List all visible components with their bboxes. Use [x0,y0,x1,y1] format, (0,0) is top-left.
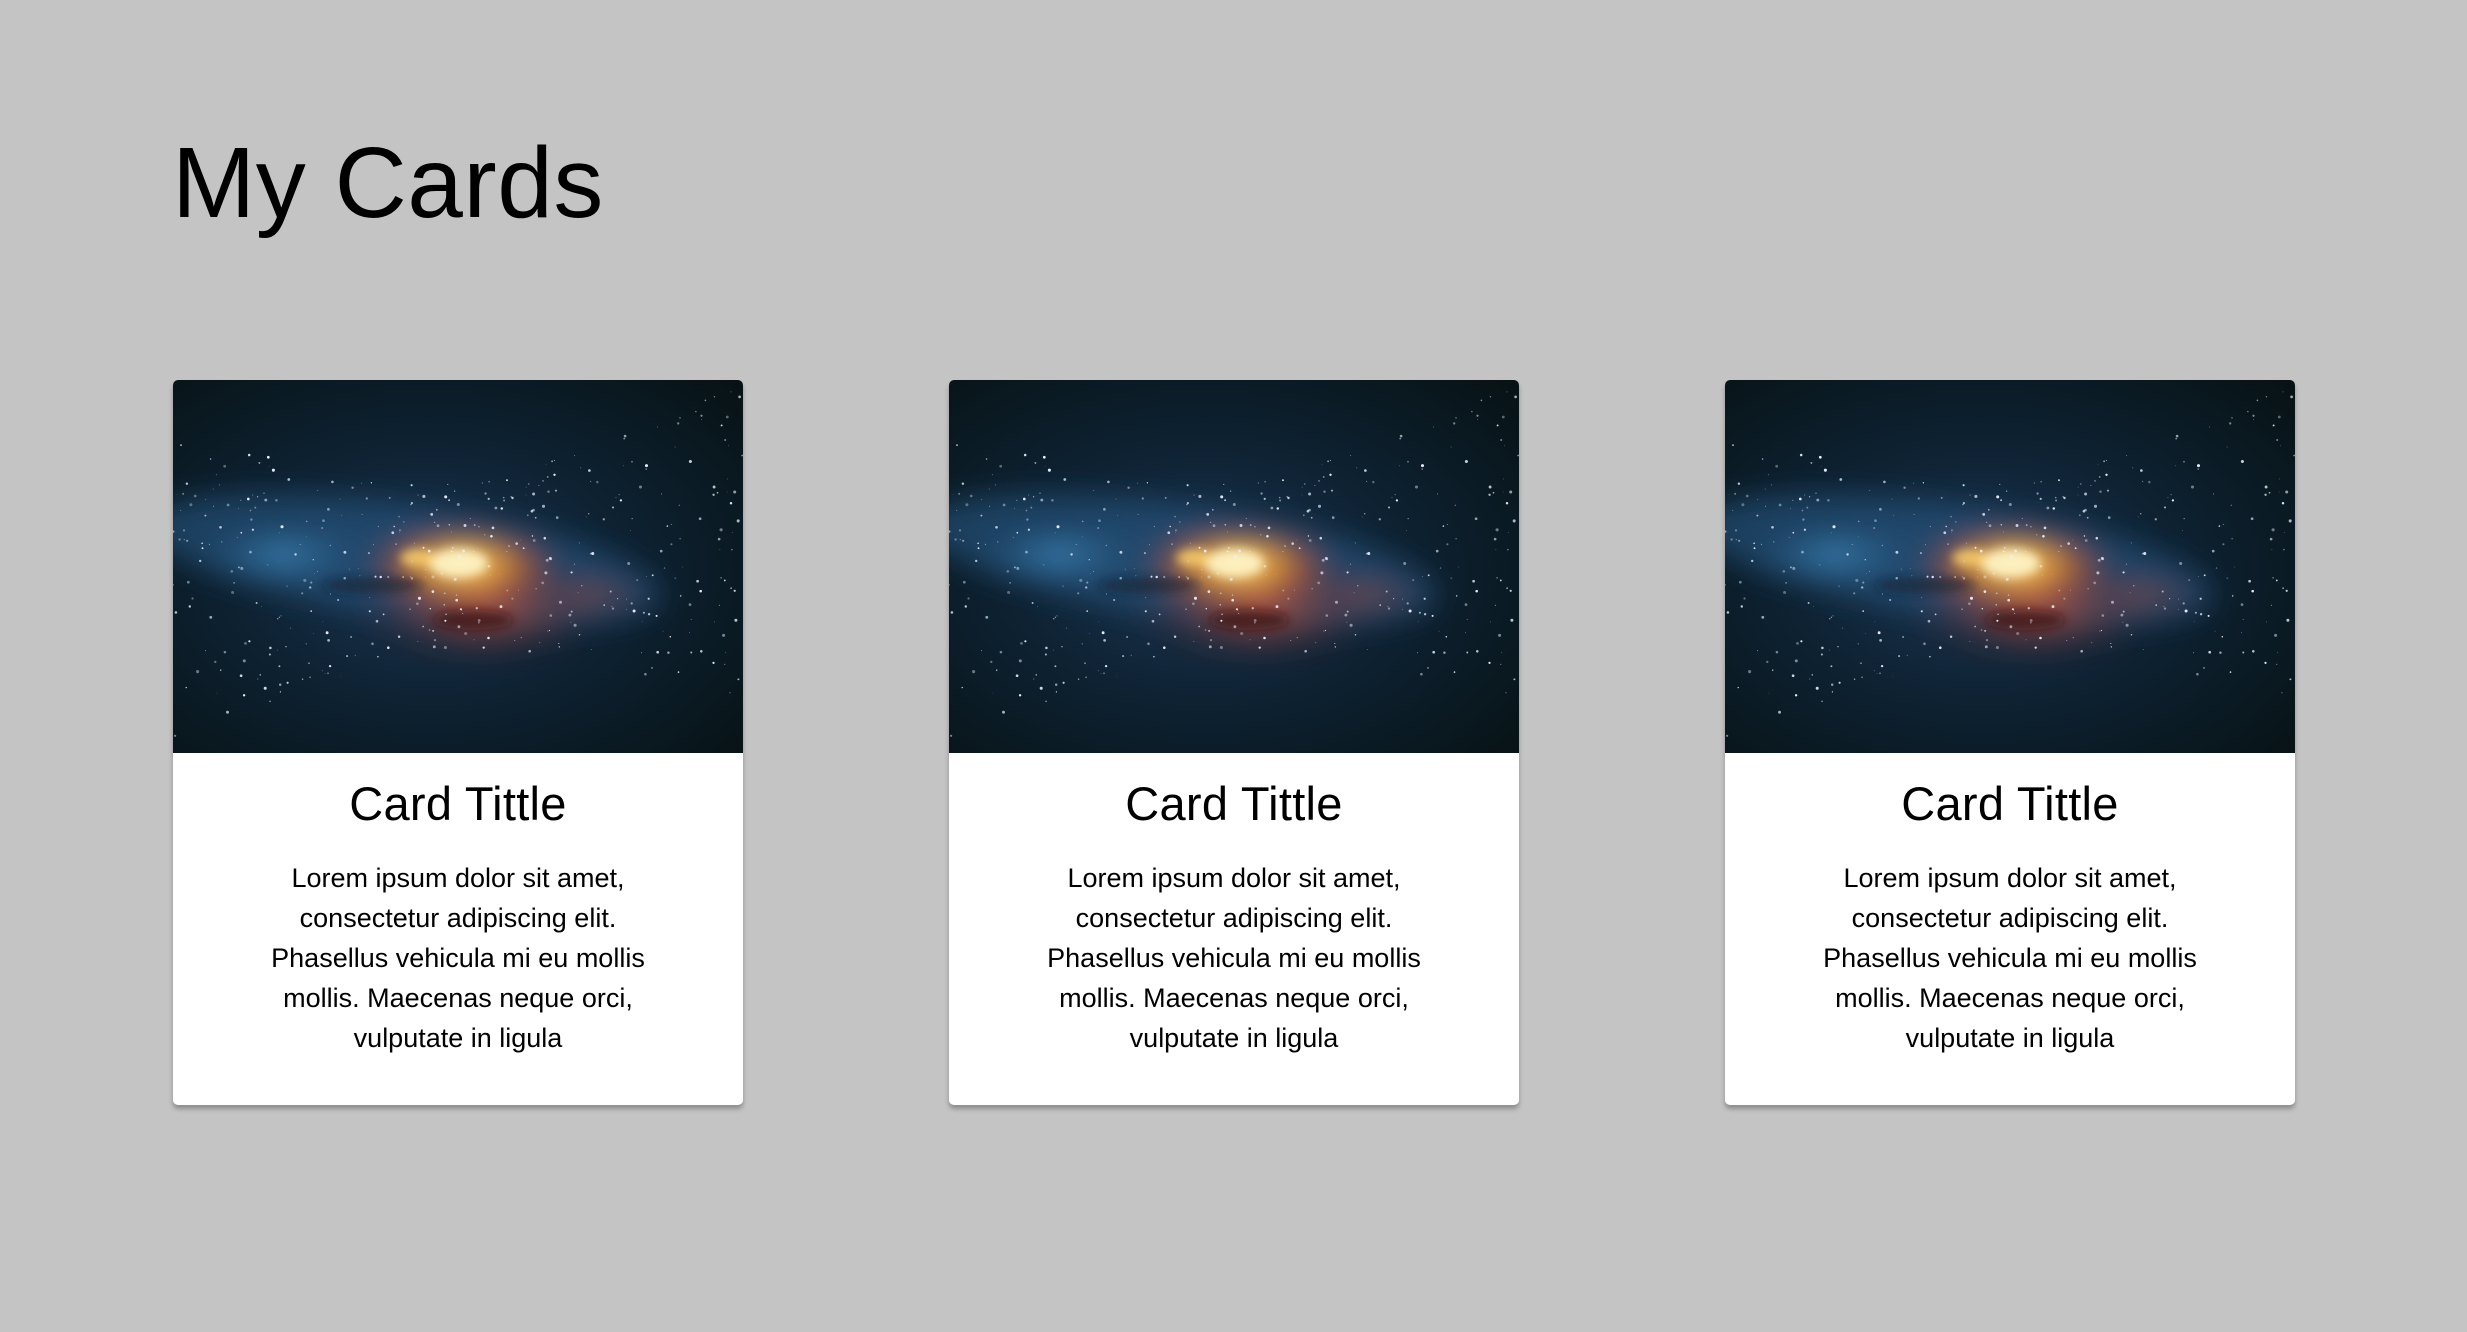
card-text: Lorem ipsum dolor sit amet, consectetur … [1823,863,2197,1054]
card: Card Tittle Lorem ipsum dolor sit amet, … [173,380,743,1105]
galaxy-image [949,380,1519,753]
galaxy-image [1725,380,2295,753]
card: Card Tittle Lorem ipsum dolor sit amet, … [1725,380,2295,1105]
card-body: Card Tittle Lorem ipsum dolor sit amet, … [1725,753,2295,1105]
card-title: Card Tittle [349,777,567,830]
card-title: Card Tittle [1125,777,1343,830]
card-list: Card Tittle Lorem ipsum dolor sit amet, … [173,380,2295,1105]
card-body: Card Tittle Lorem ipsum dolor sit amet, … [949,753,1519,1105]
card: Card Tittle Lorem ipsum dolor sit amet, … [949,380,1519,1105]
galaxy-image [173,380,743,753]
card-text: Lorem ipsum dolor sit amet, consectetur … [1047,863,1421,1054]
card-body: Card Tittle Lorem ipsum dolor sit amet, … [173,753,743,1105]
page-title: My Cards [172,127,604,239]
card-text: Lorem ipsum dolor sit amet, consectetur … [271,863,645,1054]
card-title: Card Tittle [1901,777,2119,830]
